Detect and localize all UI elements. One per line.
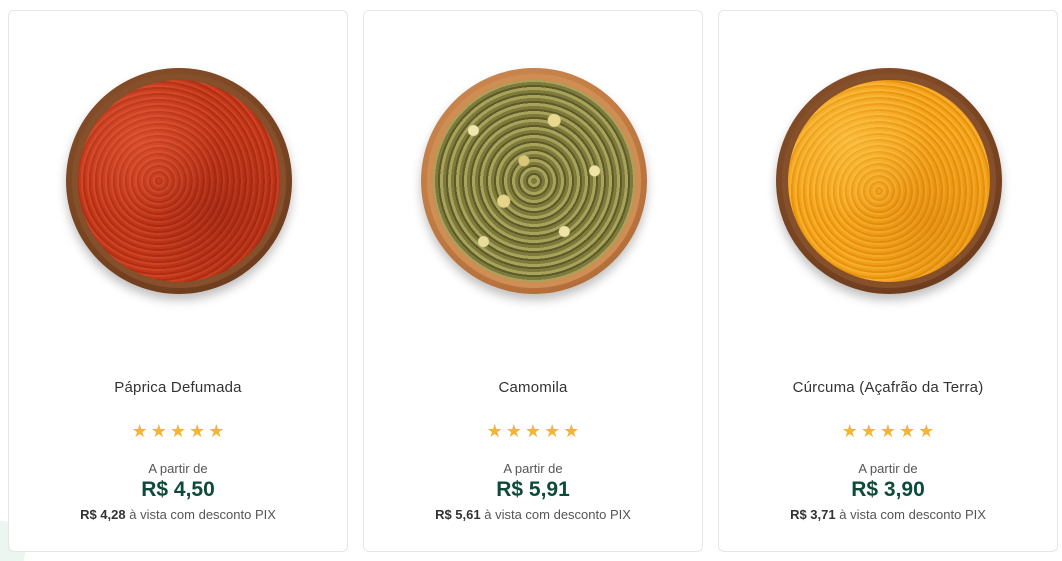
pix-price: R$ 4,28 [80, 507, 126, 522]
product-price: R$ 5,91 [496, 478, 570, 501]
pix-text: à vista com desconto PIX [839, 507, 986, 522]
rating-stars: ★ ★ ★ ★ ★ [719, 421, 1057, 441]
star-icon: ★ [169, 421, 187, 441]
star-icon: ★ [860, 421, 877, 441]
pix-price-line: R$ 3,71 à vista com desconto PIX [719, 507, 1057, 522]
star-icon: ★ [524, 421, 542, 441]
chamomile-flowers [433, 80, 635, 282]
pix-price-line: R$ 5,61 à vista com desconto PIX [364, 507, 702, 522]
product-image[interactable] [776, 68, 1002, 294]
pix-text: à vista com desconto PIX [484, 507, 631, 522]
product-price: R$ 3,90 [851, 478, 925, 501]
star-icon: ★ [879, 421, 897, 441]
price-from-label: A partir de [503, 461, 563, 476]
star-icon: ★ [899, 421, 916, 441]
star-icon: ★ [131, 421, 148, 441]
product-image[interactable] [66, 68, 292, 294]
product-title[interactable]: Páprica Defumada [9, 379, 347, 396]
product-card[interactable]: Cúrcuma (Açafrão da Terra) ★ ★ ★ ★ ★ A parti… [718, 10, 1058, 552]
star-icon: ★ [918, 421, 935, 441]
turmeric-powder [788, 80, 990, 282]
product-image[interactable] [421, 68, 647, 294]
star-icon: ★ [208, 421, 225, 441]
rating-stars: ★ ★ ★ ★ ★ [364, 421, 702, 441]
star-icon: ★ [841, 421, 858, 441]
product-card[interactable]: Camomila ★ ★ ★ ★ ★ A partir de R$ 5,91 R$ 5,… [363, 10, 703, 552]
paprika-powder [78, 80, 280, 282]
pix-text: à vista com desconto PIX [129, 507, 276, 522]
star-icon: ★ [150, 421, 167, 441]
star-icon: ★ [505, 421, 522, 441]
product-card[interactable]: Páprica Defumada ★ ★ ★ ★ ★ A partir de R$ 4,… [8, 10, 348, 552]
pix-price-line: R$ 4,28 à vista com desconto PIX [9, 507, 347, 522]
product-grid: Páprica Defumada ★ ★ ★ ★ ★ A partir de R$ 4,… [0, 0, 1062, 561]
rating-stars: ★ ★ ★ ★ ★ [9, 421, 347, 441]
price-from-label: A partir de [148, 461, 208, 476]
product-price: R$ 4,50 [141, 478, 215, 501]
star-icon: ★ [563, 421, 580, 441]
star-icon: ★ [486, 421, 503, 441]
star-icon: ★ [544, 421, 561, 441]
product-title[interactable]: Camomila [364, 379, 702, 396]
pix-price: R$ 3,71 [790, 507, 836, 522]
star-icon: ★ [189, 421, 206, 441]
pix-price: R$ 5,61 [435, 507, 481, 522]
price-from-label: A partir de [858, 461, 918, 476]
product-title[interactable]: Cúrcuma (Açafrão da Terra) [719, 379, 1057, 396]
